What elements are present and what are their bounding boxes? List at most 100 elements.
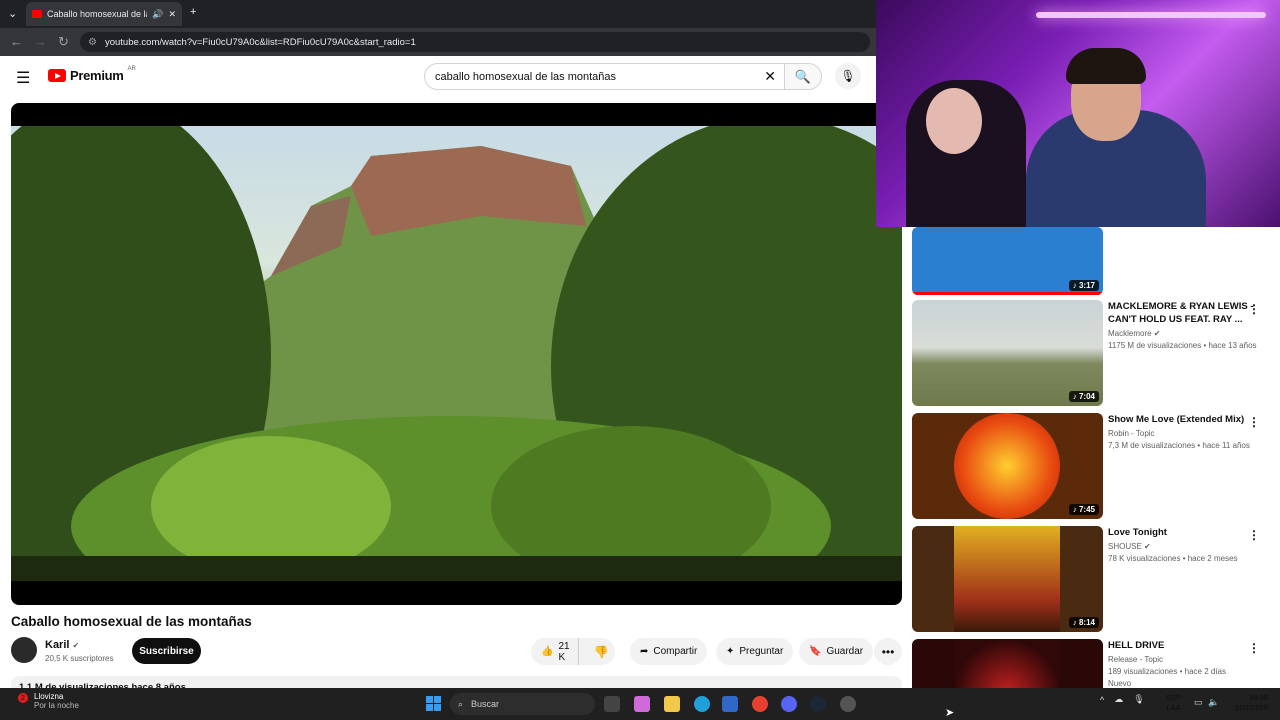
store-icon[interactable] (722, 696, 738, 712)
tab-audio-icon[interactable]: 🔊 (152, 9, 163, 20)
save-button[interactable]: 🔖 Guardar (799, 638, 874, 665)
recommendation-info: MACKLEMORE & RYAN LEWIS - CAN'T HOLD US … (1108, 300, 1258, 350)
recommendation-meta: 7,3 M de visualizaciones • hace 11 años (1108, 441, 1250, 450)
taskbar-search-placeholder: Buscar (471, 699, 500, 709)
new-tab-button[interactable]: + (190, 6, 196, 18)
chrome-icon[interactable] (752, 696, 768, 712)
recommendation-item[interactable]: ♪ 8:14 Love Tonight SHOUSE ✔ 78 K visual… (912, 526, 1272, 632)
more-options-icon[interactable]: ⋮ (1248, 302, 1260, 316)
copilot-icon[interactable] (634, 696, 650, 712)
more-options-icon[interactable]: ⋮ (1248, 641, 1260, 655)
youtube-play-logo-icon (48, 69, 66, 82)
share-arrow-icon: ➦ (640, 646, 649, 657)
neon-light (1036, 12, 1266, 18)
edge-icon[interactable] (694, 696, 710, 712)
recommendation-channel: Release - Topic (1108, 655, 1163, 664)
more-actions-button[interactable]: ••• (874, 638, 902, 665)
tray-chevron-icon[interactable]: ^ (1100, 695, 1104, 705)
video-thumbnail[interactable]: ♪ 7:04 (912, 300, 1103, 406)
back-arrow-icon[interactable]: ← (10, 34, 23, 49)
channel-name-row[interactable]: Karil ✔ (45, 639, 79, 651)
forward-arrow-icon[interactable]: → (34, 34, 47, 49)
recommendation-item[interactable]: ♪ 7:45 Show Me Love (Extended Mix) Robin… (912, 413, 1272, 519)
duration-badge: ♪ 7:04 (1068, 391, 1099, 402)
discord-icon[interactable] (781, 696, 797, 712)
search-button[interactable]: 🔍 (784, 63, 822, 90)
search-icon: 🔍 (794, 68, 812, 84)
like-count: 21 K (558, 640, 570, 663)
onedrive-icon[interactable]: ☁ (1114, 694, 1123, 705)
channel-avatar[interactable] (11, 637, 37, 663)
recommendation-info: Love Tonight SHOUSE ✔ 78 K visualizacion… (1108, 526, 1258, 563)
share-button[interactable]: ➦ Compartir (630, 638, 708, 665)
microphone-icon[interactable]: 🎙 (1133, 694, 1144, 705)
weather-subtitle: Por la noche (34, 701, 79, 710)
weather-title: Llovizna (34, 692, 64, 701)
recommendation-meta: 78 K visualizaciones • hace 2 meses (1108, 554, 1238, 563)
lang-code: ESP (1166, 693, 1182, 702)
hamburger-menu-icon[interactable]: ☰ (16, 68, 30, 88)
search-input[interactable]: caballo homosexual de las montañas ✕ (424, 63, 784, 90)
duration-badge: ♪ 3:17 (1068, 280, 1099, 291)
sparkle-icon: ✦ (726, 646, 735, 657)
video-thumbnail[interactable] (912, 639, 1103, 688)
browser-tab-active[interactable]: Caballo homosexual de las montañas 🔊 ✕ (26, 2, 182, 26)
album-art (954, 413, 1060, 519)
subscribe-button[interactable]: Suscribirse (132, 638, 201, 664)
microphone-icon: 🎙 (840, 69, 856, 83)
taskbar-search[interactable]: ⌕ Buscar (450, 693, 595, 715)
youtube-premium-logo[interactable]: Premium AR (48, 66, 136, 83)
new-badge: Nuevo (1108, 679, 1132, 688)
clear-search-icon[interactable]: ✕ (764, 68, 776, 85)
reload-icon[interactable]: ↻ (58, 34, 69, 50)
app-icon[interactable] (840, 696, 856, 712)
notification-badge: 2 (18, 693, 28, 703)
logo-text: Premium (70, 68, 124, 83)
tab-search-chevron-icon[interactable]: ⌄ (8, 7, 17, 20)
video-player[interactable] (11, 103, 902, 605)
webcam-overlay (876, 0, 1280, 227)
recommendation-item[interactable]: HELL DRIVE Release - Topic 189 visualiza… (912, 639, 1272, 688)
steam-icon[interactable] (810, 696, 826, 712)
more-options-icon[interactable]: ⋮ (1248, 528, 1260, 542)
ask-button[interactable]: ✦ Preguntar (716, 638, 794, 665)
clock[interactable]: 19:08 31/7/2026 (1228, 693, 1268, 713)
more-dots-icon: ••• (881, 644, 895, 659)
dislike-button[interactable]: 👎 (584, 645, 619, 659)
windows-start-icon[interactable] (426, 696, 441, 711)
recommendation-title: HELL DRIVE (1108, 640, 1165, 651)
recommendation-meta: 1175 M de visualizaciones • hace 13 años (1108, 341, 1257, 350)
site-info-icon[interactable]: ⚙ (88, 37, 97, 48)
search-query-text: caballo homosexual de las montañas (435, 70, 617, 83)
recommendation-item[interactable]: ♪ 7:04 MACKLEMORE & RYAN LEWIS - CAN'T H… (912, 300, 1272, 406)
recommendation-info: HELL DRIVE Release - Topic 189 visualiza… (1108, 639, 1258, 688)
file-explorer-icon[interactable] (664, 696, 680, 712)
weather-widget[interactable]: 2 Llovizna Por la noche (18, 692, 79, 710)
address-bar[interactable]: ⚙ youtube.com/watch?v=Fiu0cU79A0c&list=R… (80, 32, 870, 52)
thumbs-up-icon: 👍 (541, 646, 554, 657)
video-thumbnail[interactable]: ♪ 3:17 (912, 227, 1103, 295)
voice-search-button[interactable]: 🎙 (835, 63, 861, 89)
video-thumbnail[interactable]: ♪ 7:45 (912, 413, 1103, 519)
recommendation-item[interactable]: ♪ 3:17 (912, 227, 1272, 295)
more-options-icon[interactable]: ⋮ (1248, 415, 1260, 429)
recommendation-info: Show Me Love (Extended Mix) Robin - Topi… (1108, 413, 1258, 450)
network-icon[interactable]: ▭ (1194, 697, 1203, 708)
volume-icon[interactable]: 🔈 (1208, 697, 1219, 708)
streamer-woman-face (926, 88, 982, 154)
landscape-illustration (11, 103, 902, 605)
mouse-cursor-icon: ➤ (945, 707, 955, 719)
address-url: youtube.com/watch?v=Fiu0cU79A0c&list=RDF… (104, 36, 416, 48)
like-dislike-group: 👍 21 K 👎 (531, 638, 615, 665)
input-language[interactable]: ESP LAA (1166, 693, 1181, 713)
thumbs-down-icon: 👎 (593, 644, 609, 659)
video-thumbnail[interactable]: ♪ 8:14 (912, 526, 1103, 632)
recommendation-title: Love Tonight (1108, 527, 1167, 538)
like-button[interactable]: 👍 21 K (531, 638, 579, 665)
recommendation-title: MACKLEMORE & RYAN LEWIS - CAN'T HOLD US … (1108, 301, 1254, 325)
search-icon: ⌕ (458, 698, 464, 709)
recommendation-channel: Robin - Topic (1108, 429, 1155, 438)
task-view-icon[interactable] (604, 696, 620, 712)
video-frame (11, 103, 902, 605)
tab-close-icon[interactable]: ✕ (168, 9, 176, 20)
